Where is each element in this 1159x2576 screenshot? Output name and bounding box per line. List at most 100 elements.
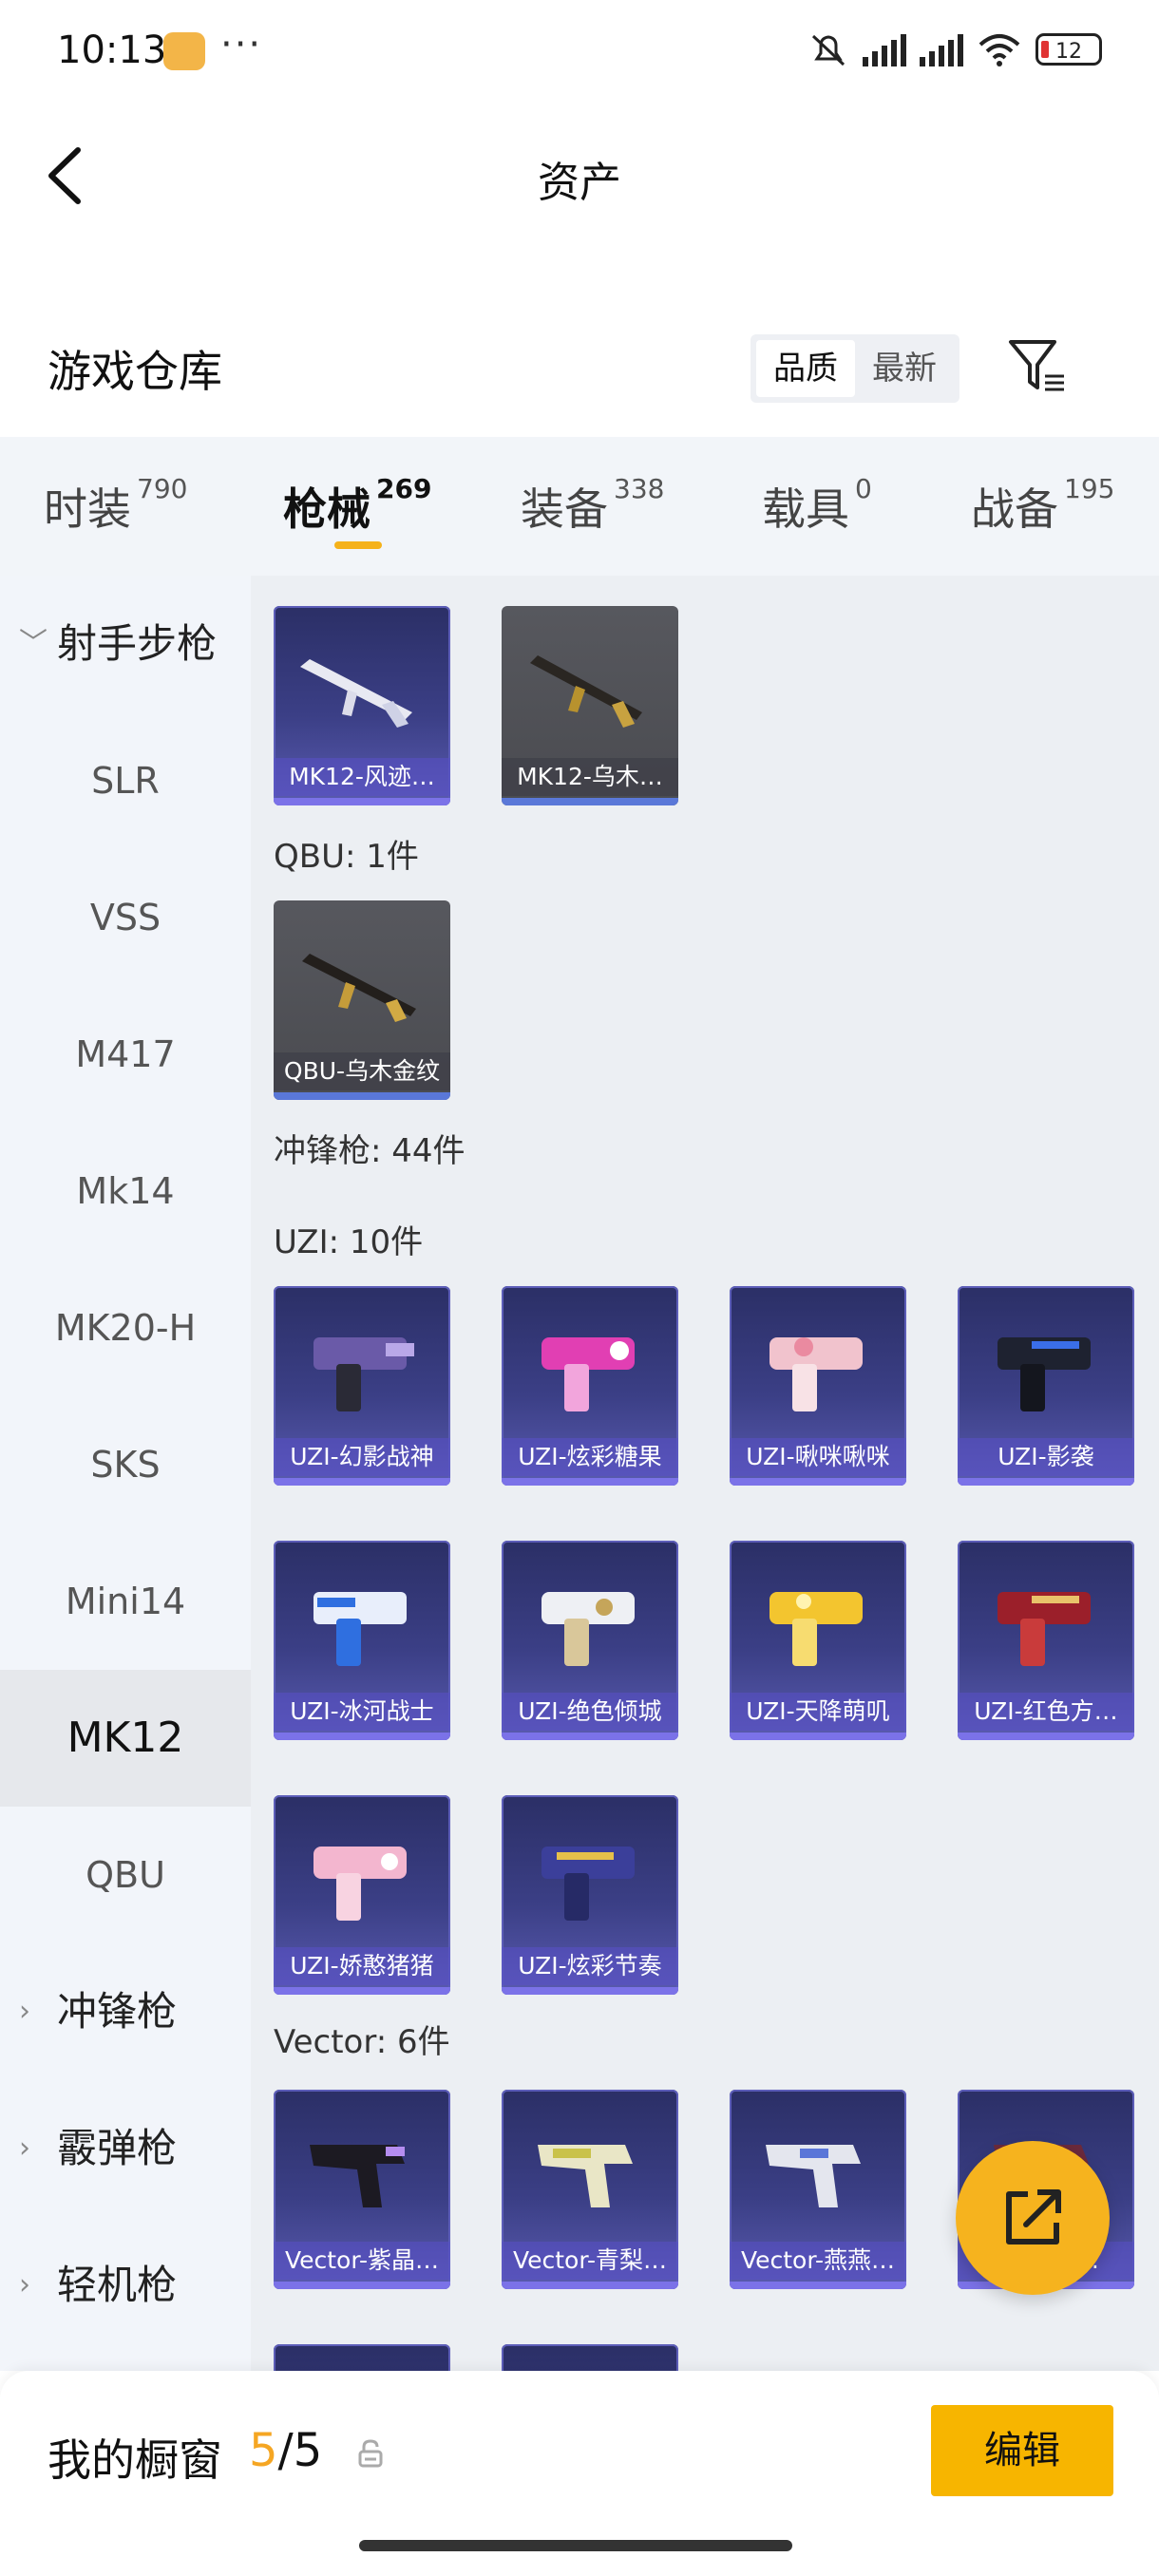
sidebar-group-shotgun[interactable]: › 霰弹枪	[0, 2080, 251, 2217]
sidebar-item-mini14[interactable]: Mini14	[0, 1533, 251, 1670]
tab-equipment-label: 装备	[521, 483, 608, 535]
smg-image	[314, 1337, 414, 1411]
weapon-card[interactable]: UZI-天降萌叽	[730, 1541, 906, 1740]
sidebar-group-lmg[interactable]: › 轻机枪	[0, 2217, 251, 2354]
weapon-card-label: UZI-红色方…	[958, 1693, 1134, 1731]
smg-image	[542, 1592, 635, 1666]
edit-button[interactable]: 编辑	[931, 2405, 1113, 2496]
smg-image	[314, 1592, 407, 1666]
rarity-bar	[730, 1478, 906, 1486]
sidebar-item-sks[interactable]: SKS	[0, 1396, 251, 1533]
sidebar-item-mk20h[interactable]: MK20-H	[0, 1260, 251, 1396]
status-time: 10:13	[57, 28, 167, 72]
weapon-card[interactable]: UZI-幻影战神	[274, 1286, 450, 1486]
tab-supplies-count: 195	[1064, 473, 1115, 504]
battery-icon: 12	[1036, 33, 1102, 66]
showcase-count: 5/5	[249, 2424, 322, 2477]
smg-image	[766, 2145, 861, 2207]
sidebar-item-vss[interactable]: VSS	[0, 849, 251, 986]
rarity-bar	[730, 2282, 906, 2289]
weapon-card[interactable]: UZI-炫彩糖果	[502, 1286, 678, 1486]
rarity-bar	[958, 1478, 1134, 1486]
smg-image	[770, 1592, 863, 1666]
tab-weapons[interactable]: 枪械 269	[283, 473, 432, 538]
tab-fashion-label: 时装	[44, 483, 131, 535]
sidebar-group-smg[interactable]: › 冲锋枪	[0, 1943, 251, 2080]
weapon-card-label: UZI-炫彩节奏	[502, 1947, 678, 1985]
weapon-card-label: MK12-乌木…	[502, 758, 678, 796]
category-tabs: 时装 790 枪械 269 装备 338 载具 0 战备 195	[0, 437, 1159, 576]
weapon-card[interactable]: UZI-啾咪啾咪	[730, 1286, 906, 1486]
weapon-card-label: UZI-天降萌叽	[730, 1693, 906, 1731]
rarity-bar	[502, 1478, 678, 1486]
sidebar-item-m417[interactable]: M417	[0, 986, 251, 1123]
rarity-bar	[958, 1733, 1134, 1740]
tab-equipment-count: 338	[614, 473, 665, 504]
tab-fashion[interactable]: 时装 790	[44, 473, 187, 538]
share-external-icon	[1006, 2189, 1061, 2245]
weapon-card[interactable]: QBU-乌木金纹	[274, 900, 450, 1100]
tab-supplies[interactable]: 战备 195	[971, 473, 1115, 538]
rarity-bar	[730, 1733, 906, 1740]
smg-image	[314, 1847, 407, 1921]
tab-equipment[interactable]: 装备 338	[521, 473, 665, 538]
signal-hd-icon	[863, 32, 906, 66]
chevron-right-icon: ›	[19, 2268, 30, 2301]
active-tab-indicator	[334, 541, 382, 549]
weapon-card[interactable]: Vector-青梨…	[502, 2090, 678, 2289]
status-icons: 12	[808, 30, 1102, 68]
weapon-card[interactable]	[274, 2344, 450, 2371]
sidebar-item-slr[interactable]: SLR	[0, 712, 251, 849]
chevron-right-icon: ›	[19, 1995, 30, 2028]
tab-weapons-count: 269	[376, 473, 432, 504]
sort-newest-option[interactable]: 最新	[855, 340, 954, 397]
tab-vehicles-label: 载具	[762, 483, 849, 535]
home-indicator[interactable]	[359, 2540, 792, 2551]
sidebar-group-dmr[interactable]: ﹀ 射手步枪	[0, 576, 251, 712]
weapon-card[interactable]: Vector-紫晶…	[274, 2090, 450, 2289]
weapon-card-label: Vector-燕燕…	[730, 2242, 906, 2280]
signal-hd-icon-2	[920, 32, 963, 66]
weapon-card[interactable]: Vector-燕燕…	[730, 2090, 906, 2289]
section-header-smg: 冲锋枪: 44件	[274, 1132, 466, 1170]
share-button[interactable]	[956, 2141, 1110, 2295]
page-title: 资产	[538, 159, 621, 207]
weapon-card-label: UZI-幻影战神	[274, 1438, 450, 1476]
rarity-bar	[502, 1733, 678, 1740]
smg-image	[770, 1337, 863, 1411]
chevron-right-icon: ›	[19, 2131, 30, 2165]
weapon-card[interactable]: UZI-娇憨猪猪	[274, 1795, 450, 1995]
filter-icon[interactable]	[1005, 334, 1070, 399]
weapon-card[interactable]	[502, 2344, 678, 2371]
rarity-bar	[502, 2282, 678, 2289]
sidebar-item-qbu[interactable]: QBU	[0, 1807, 251, 1943]
wifi-icon	[978, 34, 1020, 66]
rarity-bar	[274, 1733, 450, 1740]
showcase-title: 我的橱窗	[48, 2434, 222, 2486]
weapon-card[interactable]: UZI-绝色倾城	[502, 1541, 678, 1740]
smg-image	[998, 1337, 1091, 1411]
weapon-card[interactable]: UZI-冰河战士	[274, 1541, 450, 1740]
weapon-grid: MK12-风迹… MK12-乌木… QBU: 1件 QBU-乌木金纹 冲锋枪: …	[251, 576, 1159, 2371]
weapon-card[interactable]: MK12-风迹…	[274, 606, 450, 805]
tab-vehicles-count: 0	[855, 473, 872, 504]
weapon-card-label: Vector-紫晶…	[274, 2242, 450, 2280]
weapon-card-label: UZI-娇憨猪猪	[274, 1947, 450, 1985]
sidebar-item-mk12[interactable]: MK12	[0, 1670, 251, 1807]
app-notification-icon	[163, 32, 205, 70]
sort-quality-option[interactable]: 品质	[756, 340, 855, 397]
sort-toggle[interactable]: 品质 最新	[750, 334, 960, 403]
weapon-card[interactable]: UZI-红色方…	[958, 1541, 1134, 1740]
weapon-card[interactable]: UZI-炫彩节奏	[502, 1795, 678, 1995]
more-notifications-icon: ···	[220, 23, 263, 66]
tab-weapons-label: 枪械	[283, 483, 370, 535]
sidebar-item-mk14[interactable]: Mk14	[0, 1123, 251, 1260]
mute-icon	[811, 34, 846, 66]
smg-image	[310, 2145, 405, 2207]
rarity-bar	[274, 2282, 450, 2289]
rifle-image	[530, 655, 642, 728]
weapon-card[interactable]: UZI-影袭	[958, 1286, 1134, 1486]
chevron-down-icon: ﹀	[19, 627, 48, 660]
weapon-card[interactable]: MK12-乌木…	[502, 606, 678, 805]
tab-vehicles[interactable]: 载具 0	[762, 473, 872, 538]
